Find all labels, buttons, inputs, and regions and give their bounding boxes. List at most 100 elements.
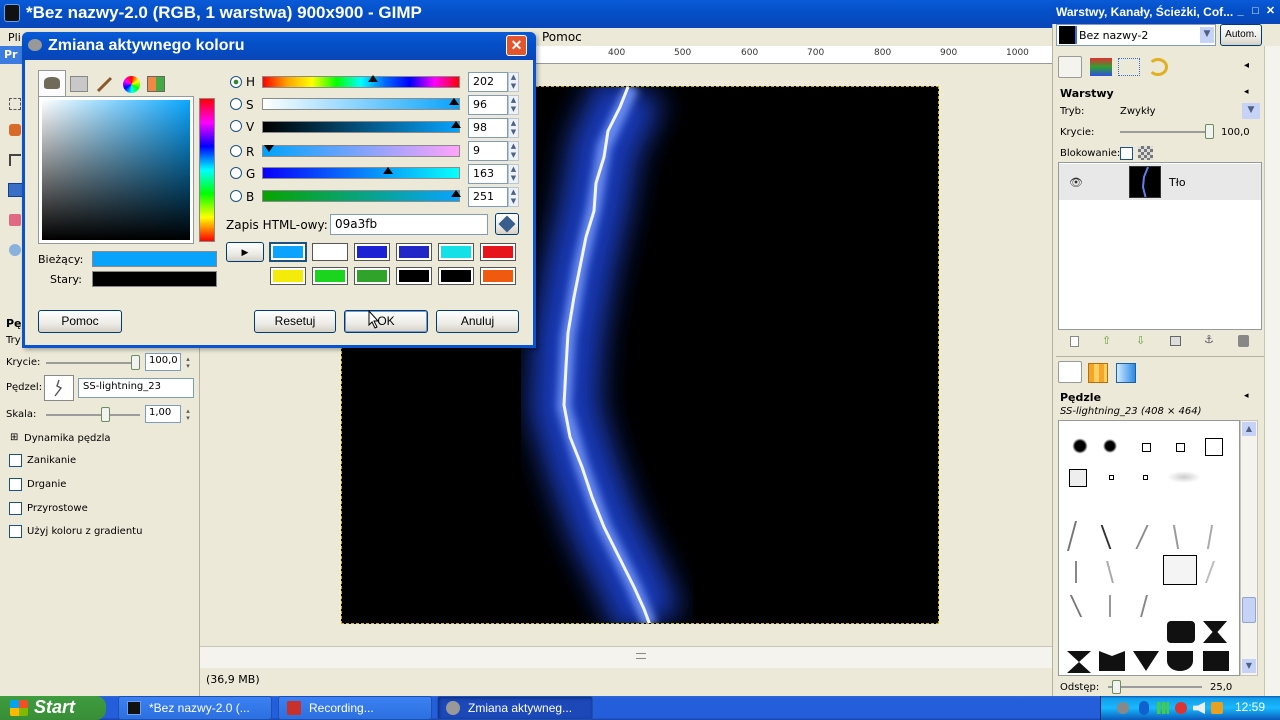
- brush-shape[interactable]: [1167, 651, 1193, 671]
- history-color[interactable]: [312, 267, 348, 285]
- value-s[interactable]: 96: [468, 95, 508, 115]
- brush-square[interactable]: [1069, 469, 1087, 487]
- wheel-tab-icon[interactable]: [123, 76, 140, 93]
- chevron-down-icon[interactable]: ▼: [1200, 27, 1214, 43]
- brush-smear[interactable]: [1167, 471, 1201, 483]
- jitter-checkbox[interactable]: [9, 478, 22, 491]
- scale-slider-handle[interactable]: [101, 407, 110, 422]
- brush-square[interactable]: [1142, 443, 1151, 452]
- brush-shape[interactable]: [1167, 621, 1195, 643]
- spacing-value[interactable]: 25,0: [1210, 682, 1232, 693]
- image-selector[interactable]: Bez nazwy-2 ▼: [1056, 24, 1216, 46]
- history-color[interactable]: [270, 243, 306, 261]
- dock-separator[interactable]: [1056, 356, 1264, 358]
- paths-tab-icon[interactable]: [1118, 58, 1140, 76]
- channels-tab-icon[interactable]: [1090, 58, 1112, 76]
- right-edge-scrollbar[interactable]: [1264, 46, 1280, 696]
- slider-r-marker[interactable]: [264, 145, 274, 152]
- brush-splatter[interactable]: [1101, 437, 1119, 455]
- brush-shape[interactable]: [1099, 651, 1125, 671]
- dock-title-bar[interactable]: Warstwy, Kanały, Ścieżki, Cof... _ □ ✕: [1052, 0, 1280, 24]
- spin-r[interactable]: ▲ ▼: [508, 141, 519, 161]
- spacing-slider-track[interactable]: [1108, 686, 1202, 688]
- minimize-icon[interactable]: _: [1234, 5, 1247, 18]
- slider-v[interactable]: [262, 121, 460, 133]
- mode-dropdown-icon[interactable]: ▼: [1242, 103, 1260, 119]
- network-icon[interactable]: [1157, 702, 1169, 714]
- brush-lightning[interactable]: [1066, 521, 1094, 551]
- fade-checkbox[interactable]: [9, 454, 22, 467]
- incremental-checkbox[interactable]: [9, 502, 22, 515]
- color-dialog-title-bar[interactable]: Zmiana aktywnego koloru ✕: [22, 32, 536, 60]
- radio-s[interactable]: [230, 98, 242, 110]
- brush-square[interactable]: [1109, 475, 1114, 480]
- slider-v-marker[interactable]: [451, 121, 461, 128]
- expand-dynamics-icon[interactable]: ⊞: [10, 432, 18, 443]
- radio-r[interactable]: [230, 145, 242, 157]
- layer-mode-value[interactable]: Zwykły: [1120, 106, 1156, 117]
- brushes-grid[interactable]: [1058, 420, 1240, 676]
- tab-menu-icon[interactable]: ◂: [1244, 60, 1249, 71]
- tool-icon-smudge[interactable]: [9, 244, 21, 256]
- gradients-tab-icon[interactable]: [1116, 363, 1136, 383]
- history-color[interactable]: [396, 243, 432, 261]
- brush-selected[interactable]: [1163, 555, 1197, 585]
- tray-icon[interactable]: [1211, 702, 1223, 714]
- brush-shape[interactable]: [1067, 651, 1091, 673]
- brush-square[interactable]: [1205, 438, 1223, 456]
- menu-file[interactable]: Pli: [8, 31, 21, 44]
- scale-input[interactable]: 1,00: [145, 405, 181, 423]
- duplicate-layer-icon[interactable]: [1170, 336, 1181, 346]
- slider-r[interactable]: [262, 145, 460, 157]
- slider-s-marker[interactable]: [449, 98, 459, 105]
- reset-button[interactable]: Resetuj: [254, 310, 336, 333]
- history-color[interactable]: [312, 243, 348, 261]
- layers-menu-icon[interactable]: ◂: [1244, 87, 1249, 97]
- tool-icon-eraser[interactable]: [9, 214, 21, 226]
- taskbar-item-recording[interactable]: Recording...: [278, 696, 432, 720]
- tool-icon-move[interactable]: [9, 154, 21, 166]
- lock-pixels-checkbox[interactable]: [1120, 147, 1133, 160]
- spin-g[interactable]: ▲ ▼: [508, 164, 519, 184]
- gradient-color-checkbox[interactable]: [9, 525, 22, 538]
- auto-button[interactable]: Autom.: [1220, 24, 1262, 46]
- help-button[interactable]: Pomoc: [38, 310, 122, 333]
- spin-b[interactable]: ▲ ▼: [508, 187, 519, 207]
- undo-tab-icon[interactable]: [1148, 58, 1168, 76]
- scroll-grip[interactable]: [636, 653, 646, 659]
- bluetooth-icon[interactable]: [1139, 701, 1149, 715]
- history-color[interactable]: [270, 267, 306, 285]
- security-icon[interactable]: [1175, 702, 1187, 714]
- maximize-icon[interactable]: □: [1249, 5, 1262, 18]
- spacing-slider-handle[interactable]: [1112, 680, 1121, 694]
- brush-square[interactable]: [1176, 443, 1185, 452]
- brush-lightning[interactable]: [1172, 525, 1196, 549]
- brush-lightning[interactable]: [1204, 561, 1228, 583]
- add-to-history-button[interactable]: ▶: [226, 242, 264, 262]
- radio-g[interactable]: [230, 167, 242, 179]
- history-color[interactable]: [354, 267, 390, 285]
- cancel-button[interactable]: Anuluj: [436, 310, 519, 333]
- slider-b[interactable]: [262, 190, 460, 202]
- close-icon[interactable]: ✕: [506, 35, 527, 56]
- volume-icon[interactable]: [1193, 702, 1205, 714]
- layer-opacity-track[interactable]: [1120, 131, 1214, 133]
- canvas-bottom-scrollbar[interactable]: [200, 646, 1052, 668]
- radio-h[interactable]: [230, 76, 242, 88]
- radio-b[interactable]: [230, 190, 242, 202]
- tray-icon[interactable]: [1117, 702, 1129, 714]
- ok-button[interactable]: OK: [344, 310, 428, 333]
- scroll-thumb[interactable]: [1242, 597, 1256, 623]
- watercolor-tab-icon[interactable]: [96, 76, 114, 93]
- brush-lightning[interactable]: [1075, 561, 1089, 583]
- brush-shape[interactable]: [1133, 651, 1159, 671]
- saturation-value-square[interactable]: [42, 100, 190, 240]
- delete-layer-icon[interactable]: [1238, 335, 1249, 347]
- lower-layer-icon[interactable]: ⇩: [1136, 334, 1145, 347]
- history-color[interactable]: [438, 267, 474, 285]
- opacity-input[interactable]: 100,0: [145, 353, 181, 371]
- slider-h-marker[interactable]: [368, 75, 378, 82]
- history-color[interactable]: [438, 243, 474, 261]
- slider-h[interactable]: [262, 76, 460, 88]
- brush-lightning[interactable]: [1109, 595, 1123, 617]
